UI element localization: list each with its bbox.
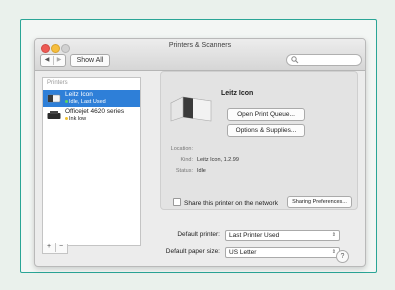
printer-name: Officejet 4620 series	[65, 108, 125, 115]
default-printer-label: Default printer:	[177, 231, 220, 238]
printer-list: Printers Leitz Icon Idle, Last Used Offi…	[42, 77, 141, 246]
printer-item-officejet[interactable]: Officejet 4620 series Ink low	[43, 107, 140, 124]
paper-size-value: US Letter	[229, 249, 257, 256]
status-value: Idle	[197, 168, 206, 174]
printer-title: Leitz Icon	[221, 90, 254, 97]
printer-icon	[47, 111, 61, 119]
default-printer-select[interactable]: Last Printer Used ⇕	[225, 230, 340, 241]
location-label: Location:	[170, 146, 193, 152]
status-dot	[65, 100, 68, 103]
paper-size-select[interactable]: US Letter ⇕	[225, 247, 340, 258]
status-label: Status:	[175, 168, 193, 174]
help-button[interactable]: ?	[336, 250, 349, 263]
share-checkbox[interactable]	[173, 198, 181, 206]
printer-icon	[47, 94, 61, 103]
paper-size-label: Default paper size:	[165, 248, 220, 255]
add-remove-control: + −	[42, 243, 68, 254]
kind-value: Leitz Icon, 1.2.99	[197, 157, 239, 163]
share-printer-row[interactable]: Share this printer on the network	[173, 198, 278, 207]
remove-printer-button[interactable]: −	[55, 243, 67, 250]
printer-status: Ink low	[69, 116, 87, 122]
share-label: Share this printer on the network	[184, 200, 278, 207]
printer-item-leitz-icon[interactable]: Leitz Icon Idle, Last Used	[43, 90, 140, 107]
sharing-preferences-button[interactable]: Sharing Preferences...	[287, 196, 352, 208]
printer-image	[170, 96, 212, 122]
kind-label: Kind:	[180, 157, 193, 163]
options-supplies-button[interactable]: Options & Supplies...	[227, 124, 305, 137]
default-printer-value: Last Printer Used	[229, 232, 280, 239]
printer-status: Idle, Last Used	[69, 99, 106, 105]
updown-arrow-icon: ⇕	[331, 232, 336, 238]
open-print-queue-button[interactable]: Open Print Queue...	[227, 108, 305, 121]
window-content: Printers Leitz Icon Idle, Last Used Offi…	[34, 38, 364, 265]
printer-name: Leitz Icon	[65, 91, 93, 98]
status-dot	[65, 117, 68, 120]
printer-list-header: Printers	[47, 80, 68, 86]
